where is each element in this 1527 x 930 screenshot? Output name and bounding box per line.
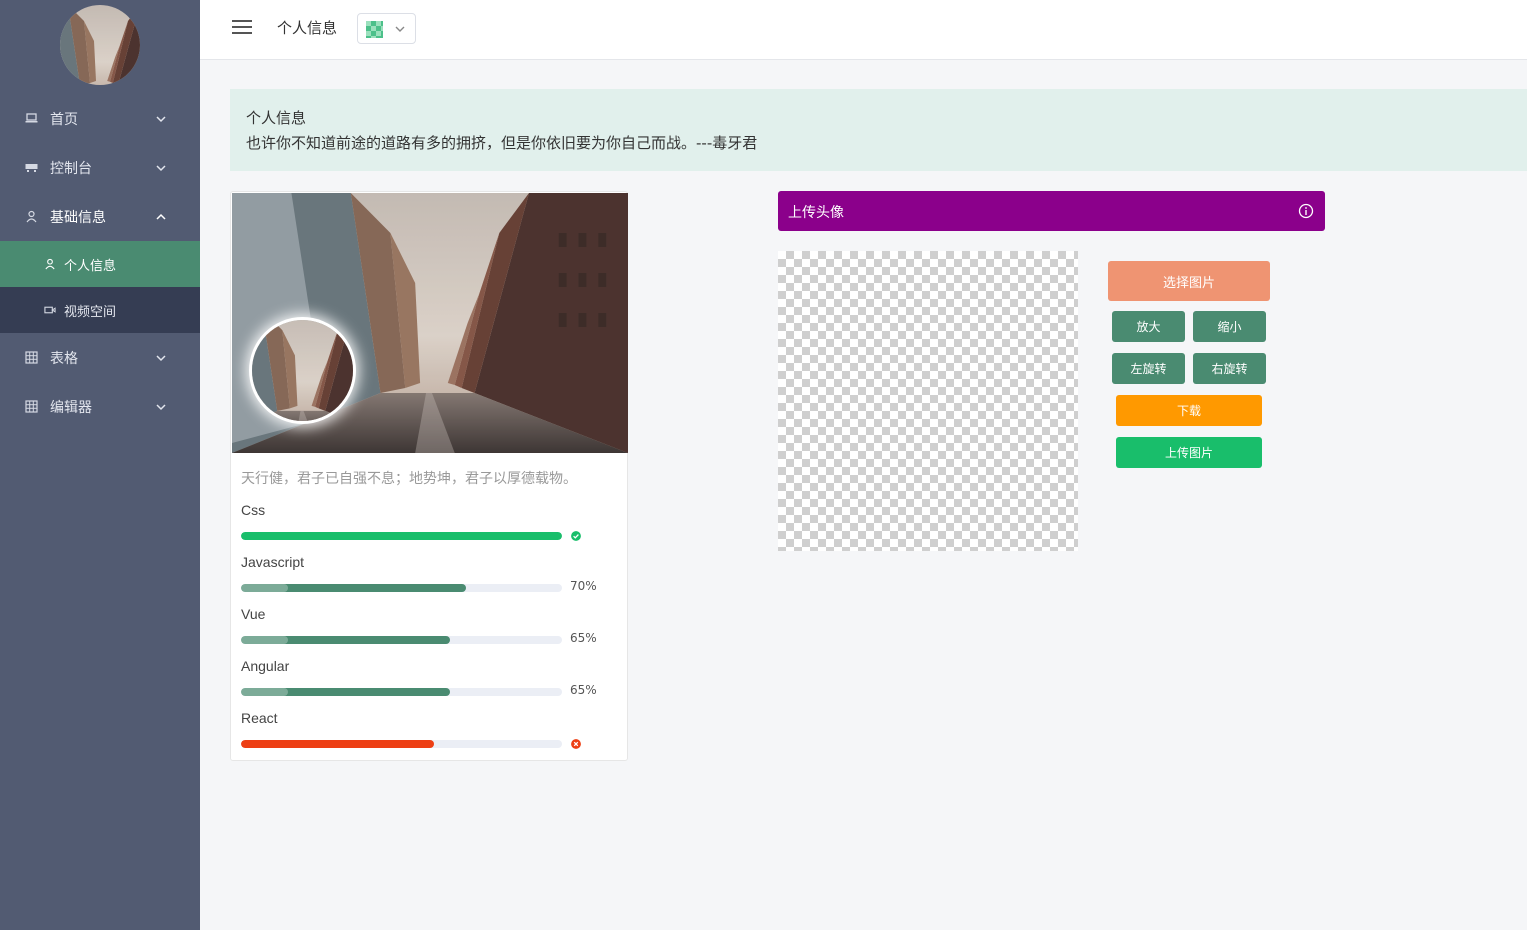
profile-motto: 天行健，君子已自强不息；地势坤，君子以厚德载物。 — [241, 471, 577, 487]
sidebar-item-label: 视频空间 — [64, 304, 117, 320]
download-button[interactable]: 下载 — [1116, 395, 1262, 426]
skill-vue: Vue 65% — [241, 606, 621, 645]
skill-react: React — [241, 710, 621, 749]
choose-image-button[interactable]: 选择图片 — [1108, 261, 1270, 301]
upload-image-button[interactable]: 上传图片 — [1116, 437, 1262, 468]
check-circle-icon — [571, 531, 581, 541]
skill-angular: Angular 65% — [241, 658, 621, 697]
progress-track — [241, 584, 562, 592]
progress-percent: 65% — [570, 631, 597, 645]
upload-avatar-header: 上传头像 — [778, 191, 1325, 231]
sidebar: 首页 控制台 基础信息 个人信息 视频空间 表格 编辑器 — [0, 0, 200, 930]
person-icon — [44, 258, 56, 270]
grid-icon — [25, 351, 38, 364]
cover-image — [232, 193, 628, 453]
sidebar-item-label: 基础信息 — [50, 209, 106, 226]
chevron-down-icon — [156, 354, 166, 361]
upload-avatar-title: 上传头像 — [788, 205, 844, 221]
progress-fill — [241, 740, 434, 748]
skill-name: Vue — [241, 606, 266, 622]
chevron-down-icon — [156, 115, 166, 122]
zoom-in-button[interactable]: 放大 — [1112, 311, 1185, 342]
page-title: 个人信息 — [277, 19, 338, 37]
sidebar-item-label: 个人信息 — [64, 258, 117, 274]
progress-percent: 65% — [570, 683, 597, 697]
zoom-out-button[interactable]: 缩小 — [1193, 311, 1266, 342]
progress-fill — [241, 584, 466, 592]
sidebar-item-label: 首页 — [50, 111, 78, 128]
submenu-basic-info: 个人信息 视频空间 — [0, 241, 200, 333]
skill-javascript: Javascript 70% — [241, 554, 621, 593]
laptop-icon — [25, 112, 38, 125]
sidebar-item-home[interactable]: 首页 — [0, 94, 200, 143]
skill-name: Angular — [241, 658, 290, 674]
sidebar-item-dashboard[interactable]: 控制台 — [0, 143, 200, 192]
progress-fill — [241, 688, 450, 696]
chevron-down-icon — [156, 403, 166, 410]
rotate-left-button[interactable]: 左旋转 — [1112, 353, 1185, 384]
chevron-up-icon — [156, 213, 166, 220]
progress-track — [241, 740, 562, 748]
error-circle-icon — [571, 739, 581, 749]
image-crop-area[interactable] — [778, 251, 1078, 551]
sidebar-item-editor[interactable]: 编辑器 — [0, 382, 200, 431]
menu-toggle-icon[interactable] — [232, 20, 252, 38]
person-icon — [25, 210, 38, 223]
skill-name: Javascript — [241, 554, 305, 570]
chevron-down-icon — [395, 26, 405, 32]
sidebar-item-label: 编辑器 — [50, 399, 92, 416]
progress-track — [241, 636, 562, 644]
profile-card: 天行健，君子已自强不息；地势坤，君子以厚德载物。 Css Javascript … — [230, 191, 628, 761]
skill-name: Css — [241, 502, 266, 518]
theme-swatch-icon — [366, 21, 383, 38]
grid-icon — [25, 400, 38, 413]
sidebar-item-label: 控制台 — [50, 160, 92, 177]
rotate-right-button[interactable]: 右旋转 — [1193, 353, 1266, 384]
profile-avatar — [252, 320, 353, 421]
monitor-icon — [25, 161, 38, 174]
skill-css: Css — [241, 502, 621, 541]
sidebar-item-video-space[interactable]: 视频空间 — [0, 287, 200, 333]
progress-track — [241, 688, 562, 696]
progress-fill — [241, 532, 562, 540]
avatar[interactable] — [60, 5, 140, 85]
sidebar-item-label: 表格 — [50, 350, 78, 367]
info-icon[interactable] — [1298, 203, 1314, 219]
top-header: 个人信息 — [200, 0, 1527, 60]
avatar-image — [60, 5, 140, 85]
banner-title: 个人信息 — [246, 109, 307, 127]
intro-banner: 个人信息 也许你不知道前途的道路有多的拥挤，但是你依旧要为你自己而战。---毒牙… — [230, 89, 1527, 171]
video-camera-icon — [44, 304, 56, 316]
sidebar-item-tables[interactable]: 表格 — [0, 333, 200, 382]
sidebar-menu: 首页 控制台 基础信息 个人信息 视频空间 表格 编辑器 — [0, 94, 200, 431]
sidebar-item-basic-info[interactable]: 基础信息 — [0, 192, 200, 241]
banner-quote: 也许你不知道前途的道路有多的拥挤，但是你依旧要为你自己而战。---毒牙君 — [246, 134, 758, 152]
skill-name: React — [241, 710, 278, 726]
chevron-down-icon — [156, 164, 166, 171]
progress-percent: 70% — [570, 579, 597, 593]
theme-color-select[interactable] — [357, 13, 416, 44]
progress-track — [241, 532, 562, 540]
progress-fill — [241, 636, 450, 644]
sidebar-item-personal-info[interactable]: 个人信息 — [0, 241, 200, 287]
